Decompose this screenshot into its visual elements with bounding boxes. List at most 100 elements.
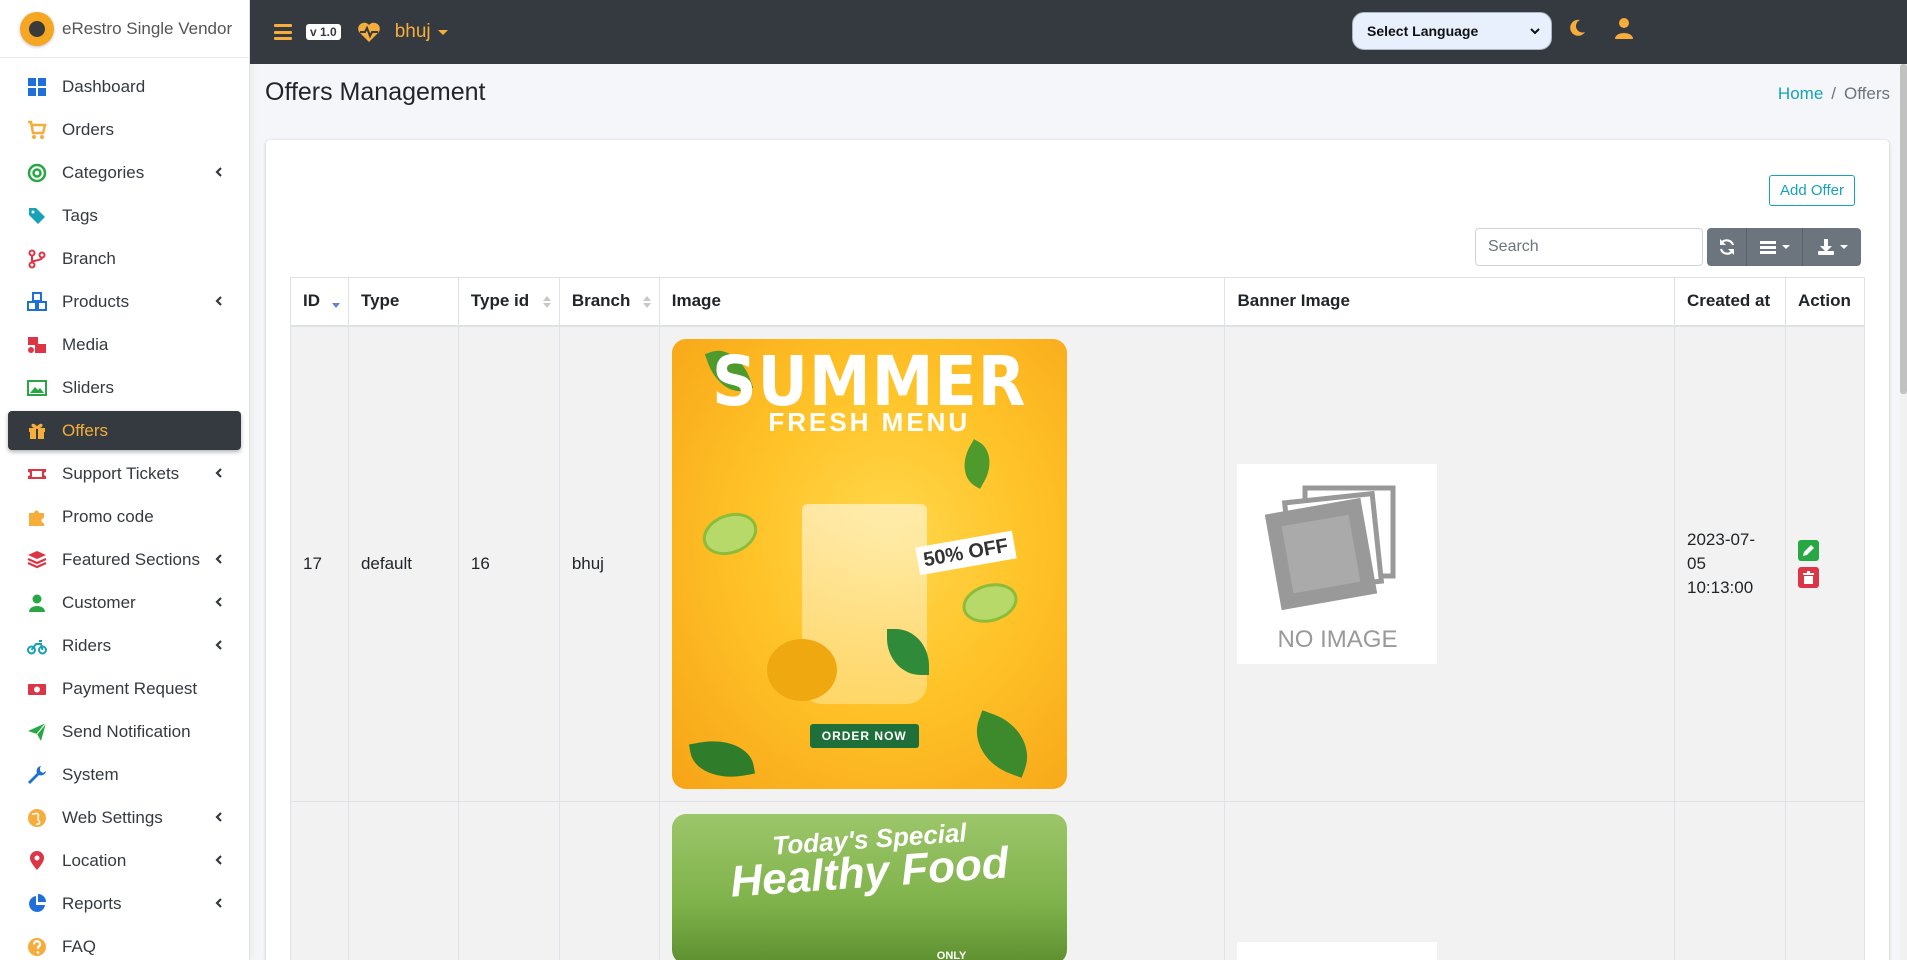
- add-offer-button[interactable]: Add Offer: [1769, 175, 1855, 206]
- cell-created-at: [1674, 801, 1786, 960]
- sidebar-item-label: Location: [62, 850, 127, 870]
- sidebar-item-payment-request[interactable]: Payment Request: [8, 669, 241, 708]
- sidebar-item-tags[interactable]: Tags: [8, 196, 241, 235]
- sidebar-item-reports[interactable]: Reports: [8, 884, 241, 923]
- pie-chart-icon: [26, 893, 48, 915]
- chevron-left-icon: [215, 167, 222, 177]
- banner-no-image[interactable]: [1237, 942, 1438, 960]
- offer-image-healthy-food[interactable]: Today's Special Healthy Food ONLY: [671, 814, 1067, 960]
- table-row: 17 default 16 bhuj SUMMER FRESH MENU 50%…: [290, 325, 1866, 802]
- columns-toggle-button[interactable]: [1747, 228, 1803, 266]
- branch-icon: [26, 248, 48, 270]
- cell-type-id: [457, 801, 560, 960]
- user-icon[interactable]: [1614, 17, 1634, 39]
- sidebar-item-label: FAQ: [62, 936, 97, 956]
- sort-desc-icon: [331, 303, 340, 308]
- column-header-created-at: Created at: [1674, 277, 1786, 327]
- sidebar-item-customer[interactable]: Customer: [8, 583, 241, 622]
- column-header-type[interactable]: Type: [347, 277, 459, 327]
- content-header: Offers Management Home / Offers: [265, 76, 1890, 116]
- sidebar-item-label: Categories: [62, 162, 145, 182]
- list-icon: [1760, 241, 1776, 254]
- image-tag: ONLY: [936, 950, 967, 960]
- sidebar-item-web-settings[interactable]: Web Settings: [8, 798, 241, 837]
- puzzle-icon: [26, 506, 48, 528]
- sidebar-item-label: Reports: [62, 893, 122, 913]
- branch-dropdown[interactable]: bhuj: [395, 21, 448, 43]
- page-scrollbar[interactable]: [1900, 64, 1907, 960]
- sidebar-item-dashboard[interactable]: Dashboard: [8, 67, 241, 106]
- breadcrumb-home-link[interactable]: Home: [1778, 84, 1823, 103]
- brand-logo: [20, 11, 54, 46]
- page-title: Offers Management: [265, 78, 486, 106]
- column-header-branch[interactable]: Branch: [558, 277, 660, 327]
- column-header-id[interactable]: ID: [290, 277, 349, 327]
- globe-icon: [26, 807, 48, 829]
- chevron-down-icon: [1839, 245, 1848, 249]
- heartbeat-icon[interactable]: [357, 21, 381, 43]
- cell-image: Today's Special Healthy Food ONLY: [658, 801, 1226, 960]
- menu-toggle-icon[interactable]: [274, 24, 292, 40]
- language-select[interactable]: Select Language: [1352, 12, 1552, 50]
- pencil-icon: [1802, 544, 1814, 556]
- chevron-left-icon: [215, 554, 222, 564]
- search-input[interactable]: [1475, 228, 1703, 266]
- breadcrumb: Home / Offers: [1777, 84, 1890, 103]
- dashboard-icon: [26, 76, 48, 98]
- sidebar-item-system[interactable]: System: [8, 755, 241, 794]
- edit-button[interactable]: [1797, 539, 1819, 561]
- moon-icon[interactable]: [1567, 18, 1587, 38]
- sidebar-item-branch[interactable]: Branch: [8, 239, 241, 278]
- chevron-left-icon: [215, 597, 222, 607]
- sidebar-item-featured-sections[interactable]: Featured Sections: [8, 540, 241, 579]
- trash-icon: [1802, 570, 1814, 584]
- sidebar-item-label: Offers: [62, 420, 108, 440]
- sidebar-item-media[interactable]: Media: [8, 325, 241, 364]
- sidebar-item-offers[interactable]: Offers: [8, 411, 241, 450]
- photo-video-icon: [26, 334, 48, 356]
- banner-no-image[interactable]: NO IMAGE: [1237, 463, 1438, 664]
- brand[interactable]: eRestro Single Vendor: [0, 0, 249, 58]
- cell-branch: [558, 801, 660, 960]
- delete-button[interactable]: [1797, 566, 1819, 588]
- gift-icon: [26, 420, 48, 442]
- ticket-icon: [26, 463, 48, 485]
- chevron-down-icon: [1782, 245, 1790, 249]
- wrench-icon: [26, 764, 48, 786]
- column-header-type-id[interactable]: Type id: [457, 277, 560, 327]
- language-select-value: Select Language: [1367, 23, 1479, 39]
- offer-image-summer[interactable]: SUMMER FRESH MENU 50% OFF ORDER NOW: [671, 338, 1067, 789]
- sidebar-item-label: Support Tickets: [62, 463, 180, 483]
- export-button[interactable]: [1803, 228, 1861, 266]
- sidebar-item-categories[interactable]: Categories: [8, 153, 241, 192]
- sidebar-item-label: Payment Request: [62, 678, 198, 698]
- chevron-left-icon: [215, 855, 222, 865]
- sidebar-item-sliders[interactable]: Sliders: [8, 368, 241, 407]
- sidebar-item-products[interactable]: Products: [8, 282, 241, 321]
- chevron-left-icon: [215, 468, 222, 478]
- top-navbar: v 1.0 bhuj: [250, 0, 1907, 64]
- sidebar-nav: Dashboard Orders Categories Tags Branch Produ…: [0, 58, 249, 960]
- refresh-button[interactable]: [1707, 228, 1747, 266]
- cell-id: 17: [290, 325, 349, 802]
- layers-icon: [26, 549, 48, 571]
- sidebar-item-orders[interactable]: Orders: [8, 110, 241, 149]
- sidebar-item-label: Web Settings: [62, 807, 163, 827]
- sidebar-item-promo-code[interactable]: Promo code: [8, 497, 241, 536]
- target-icon: [26, 162, 48, 184]
- chevron-left-icon: [215, 898, 222, 908]
- money-icon: [26, 678, 48, 700]
- user-icon: [26, 592, 48, 614]
- sidebar-item-location[interactable]: Location: [8, 841, 241, 880]
- sidebar-item-riders[interactable]: Riders: [8, 626, 241, 665]
- cell-banner-image: NO IMAGE: [1224, 325, 1675, 802]
- chevron-left-icon: [215, 296, 222, 306]
- download-icon: [1817, 239, 1834, 255]
- cell-image: SUMMER FRESH MENU 50% OFF ORDER NOW: [658, 325, 1226, 802]
- sidebar-item-label: Tags: [62, 205, 98, 225]
- sidebar-item-support-tickets[interactable]: Support Tickets: [8, 454, 241, 493]
- sidebar-item-send-notification[interactable]: Send Notification: [8, 712, 241, 751]
- image-cta: ORDER NOW: [809, 723, 919, 748]
- sidebar: eRestro Single Vendor Dashboard Orders Cat…: [0, 0, 250, 960]
- sidebar-item-faq[interactable]: FAQ: [8, 927, 241, 960]
